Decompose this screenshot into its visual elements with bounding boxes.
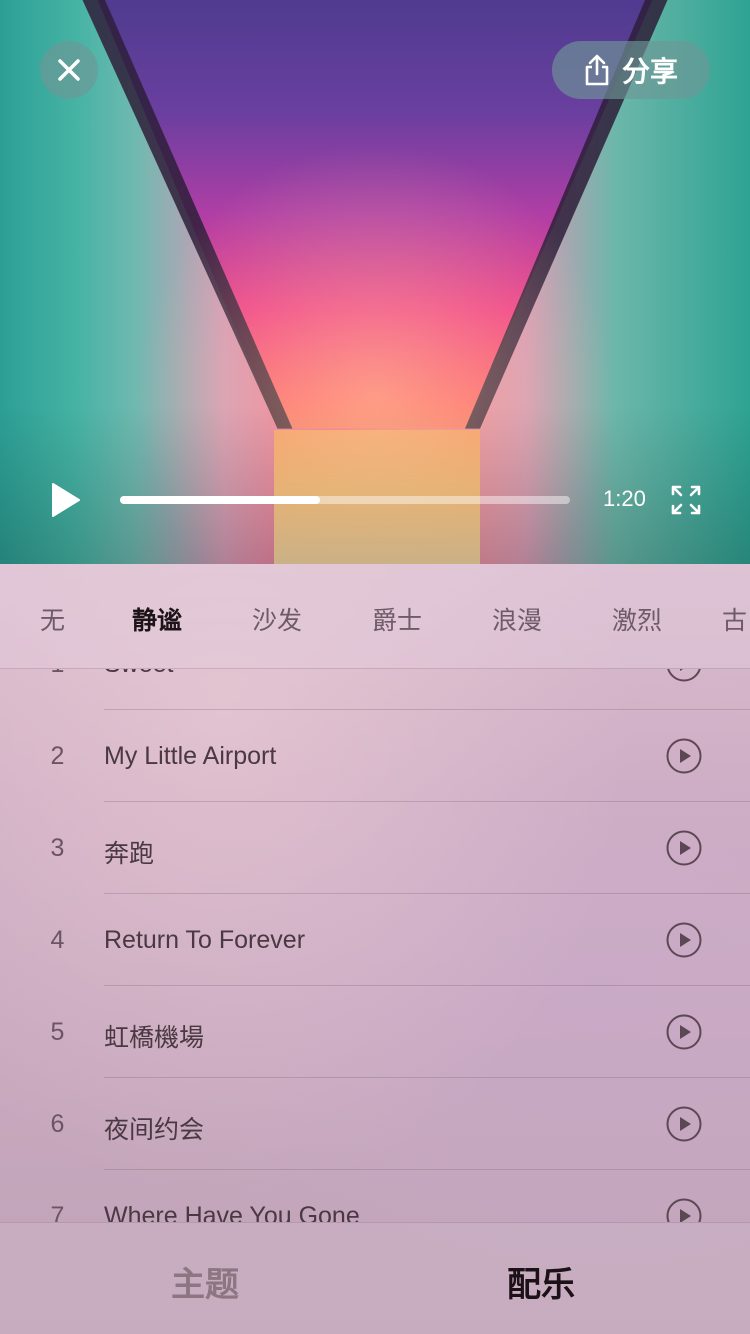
track-number: 1 [0,669,115,679]
music-panel: 无 静谧 沙发 爵士 浪漫 激烈 古 1 Sweet 2 My Little A… [0,564,750,1334]
track-title: Sweet [104,669,173,679]
track-list[interactable]: 1 Sweet 2 My Little Airport 3 奔跑 4 Retur… [0,669,750,1222]
close-button[interactable] [40,41,98,99]
track-title: 虹橋機場 [104,1024,205,1052]
play-circle-icon[interactable] [666,669,702,682]
track-row[interactable]: 1 Sweet [0,669,750,710]
track-title: 夜间约会 [104,1116,205,1144]
play-circle-icon[interactable] [666,1014,702,1050]
close-icon [58,59,80,81]
fullscreen-icon[interactable] [670,484,702,516]
track-row[interactable]: 6 夜间约会 [0,1078,750,1170]
play-circle-icon[interactable] [666,922,702,958]
track-number: 5 [50,1018,65,1046]
video-scene-shade [0,404,750,564]
style-tab-quiet[interactable]: 静谧 [132,601,182,637]
share-label: 分享 [621,56,678,87]
music-style-tabs: 无 静谧 沙发 爵士 浪漫 激烈 古 [0,564,750,669]
play-circle-icon[interactable] [666,1198,702,1222]
style-tab-none[interactable]: 无 [40,601,65,637]
track-number: 3 [50,834,65,862]
time-label: 1:20 [603,486,646,511]
play-circle-icon[interactable] [666,830,702,866]
track-row[interactable]: 2 My Little Airport [0,710,750,802]
share-icon [585,54,609,86]
track-title: My Little Airport [104,742,277,770]
style-tab-jazz[interactable]: 爵士 [372,601,422,637]
track-title: Where Have You Gone [104,1202,360,1222]
tab-theme[interactable]: 主题 [171,1257,239,1306]
style-tab-sofa[interactable]: 沙发 [252,601,302,637]
track-title: 奔跑 [104,840,155,868]
share-button[interactable]: 分享 [552,41,710,99]
track-row[interactable]: 3 奔跑 [0,802,750,894]
play-icon[interactable] [50,482,82,518]
style-tab-intense[interactable]: 激烈 [612,601,662,637]
track-row[interactable]: 7 Where Have You Gone [0,1170,750,1222]
bottom-tab-bar: 主题 配乐 [0,1222,750,1334]
style-tab-classic[interactable]: 古 [722,601,747,637]
progress-fill [120,496,321,504]
tab-music[interactable]: 配乐 [507,1257,575,1306]
progress-bar[interactable] [120,496,570,504]
track-row[interactable]: 5 虹橋機場 [0,986,750,1078]
play-circle-icon[interactable] [666,1106,702,1142]
track-number: 7 [50,1202,65,1222]
video-preview[interactable]: 分享 1:20 [0,0,750,564]
style-tab-romantic[interactable]: 浪漫 [492,601,542,637]
track-number: 4 [50,926,65,954]
track-number: 2 [50,742,65,770]
track-title: Return To Forever [104,926,306,954]
track-number: 6 [50,1110,65,1138]
track-row[interactable]: 4 Return To Forever [0,894,750,986]
play-circle-icon[interactable] [666,738,702,774]
